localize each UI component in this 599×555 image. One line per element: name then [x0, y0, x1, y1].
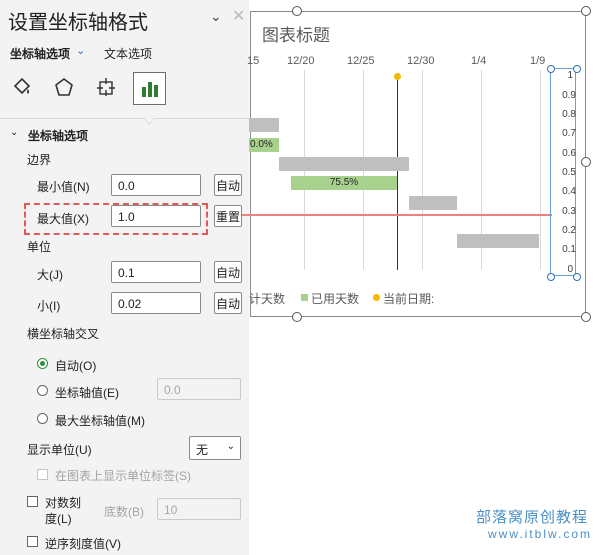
max-line: [242, 214, 552, 216]
cross-value-radio[interactable]: [37, 385, 48, 396]
x-tick: 12/25: [347, 55, 375, 67]
resize-handle-bottom-right[interactable]: [581, 312, 591, 322]
axis-handle[interactable]: [573, 65, 581, 73]
bar-plan[interactable]: [279, 157, 409, 171]
bar-plan[interactable]: [249, 118, 279, 132]
fill-line-icon[interactable]: [6, 71, 38, 103]
x-tick: 1/9: [530, 55, 546, 67]
axis-options-bar-chart-icon[interactable]: [133, 72, 166, 105]
x-tick: 1/4: [471, 55, 487, 67]
y-tick: 0.8: [562, 109, 576, 120]
y-tick: 0: [567, 264, 573, 275]
y-tick: 0.2: [562, 225, 576, 236]
watermark-url: www.itblw.com: [488, 527, 593, 541]
base-input[interactable]: 10: [157, 498, 241, 520]
log-scale-label-1: 对数刻: [45, 496, 82, 510]
minor-unit-input[interactable]: 0.02: [111, 292, 201, 314]
selected-pointer-inner: [144, 118, 154, 124]
axis-handle[interactable]: [547, 273, 555, 281]
y-tick: 0.4: [562, 186, 576, 197]
show-units-label: 在图表上显示单位标签(S): [55, 469, 191, 483]
section-divider: [0, 118, 249, 119]
watermark-title: 部落窝原创教程: [476, 509, 589, 526]
cross-value-input[interactable]: 0.0: [157, 378, 241, 400]
tab-text-options[interactable]: 文本选项: [104, 45, 152, 62]
reverse-order-checkbox[interactable]: [27, 536, 38, 547]
display-units-value: 无: [196, 443, 209, 457]
today-marker: [394, 73, 401, 80]
base-label: 底数(B): [104, 505, 144, 519]
resize-handle-top-left[interactable]: [292, 6, 302, 16]
axis-handle[interactable]: [547, 65, 555, 73]
cross-max-label: 最大坐标轴值(M): [55, 414, 145, 428]
size-properties-icon[interactable]: [90, 71, 122, 103]
x-tick: 12/30: [407, 55, 435, 67]
legend-today-swatch: [373, 294, 380, 301]
resize-handle-right[interactable]: [581, 157, 591, 167]
cross-auto-label: 自动(O): [55, 359, 97, 373]
cross-auto-radio[interactable]: [37, 358, 48, 369]
y-tick: 0.3: [562, 206, 576, 217]
max-bound-input[interactable]: 1.0: [111, 205, 201, 227]
max-reset-button[interactable]: 重置: [214, 205, 242, 227]
y-tick: 0.9: [562, 90, 576, 101]
bar-used[interactable]: 0.0%: [249, 138, 279, 152]
pane-title: 设置坐标轴格式: [8, 12, 148, 34]
major-auto-button[interactable]: 自动: [214, 261, 242, 283]
format-axis-pane: 设置坐标轴格式 ⌄ ✕ 坐标轴选项 ⌄ 文本选项 ⌄ 坐标轴选项 边界 最小值(…: [0, 0, 249, 555]
pane-options-chevron-icon[interactable]: ⌄: [210, 8, 222, 25]
cross-label: 横坐标轴交叉: [27, 327, 100, 341]
minor-label: 小(I): [37, 299, 61, 313]
y-tick: 0.5: [562, 167, 576, 178]
y-tick: 1: [567, 70, 573, 81]
effects-pentagon-icon[interactable]: [48, 71, 80, 103]
min-auto-button[interactable]: 自动: [214, 174, 242, 196]
y-tick: 0.6: [562, 148, 576, 159]
log-scale-checkbox[interactable]: [27, 496, 38, 507]
chevron-down-icon[interactable]: ⌄: [76, 44, 85, 57]
x-tick: 12/20: [287, 55, 315, 67]
section-axis-options[interactable]: 坐标轴选项: [28, 127, 88, 144]
tab-axis-options[interactable]: 坐标轴选项: [10, 45, 70, 62]
min-label: 最小值(N): [37, 180, 90, 194]
x-tick: 15: [247, 55, 260, 67]
log-scale-label-2: 度(L): [45, 512, 72, 526]
bar-used[interactable]: 75.5%: [291, 176, 397, 190]
units-label: 单位: [27, 240, 52, 254]
bar-plan[interactable]: [457, 234, 539, 248]
min-bound-input[interactable]: 0.0: [111, 174, 201, 196]
minor-auto-button[interactable]: 自动: [214, 292, 242, 314]
bounds-label: 边界: [27, 153, 52, 167]
show-units-checkbox[interactable]: [37, 469, 48, 480]
display-units-select[interactable]: 无 ⌄: [189, 436, 241, 460]
today-line: [397, 78, 398, 270]
major-label: 大(J): [37, 268, 63, 282]
axis-handle[interactable]: [573, 273, 581, 281]
close-icon[interactable]: ✕: [232, 6, 245, 26]
legend-used-days[interactable]: 已用天数: [311, 290, 359, 307]
reverse-order-label: 逆序刻度值(V): [45, 537, 121, 551]
y-tick: 0.1: [562, 244, 576, 255]
chart-title[interactable]: 图表标题: [262, 21, 330, 46]
bar-data-label: 75.5%: [329, 177, 359, 188]
cross-max-radio[interactable]: [37, 413, 48, 424]
legend-used-swatch: [301, 294, 308, 301]
display-units-label: 显示单位(U): [27, 443, 92, 457]
gridline: [422, 70, 423, 270]
legend-today[interactable]: 当前日期:: [383, 290, 434, 307]
legend-plan-days[interactable]: 计天数: [249, 290, 285, 307]
max-label: 最大值(X): [37, 212, 89, 226]
resize-handle-top-right[interactable]: [581, 6, 591, 16]
bar-plan[interactable]: [409, 196, 457, 210]
bar-data-label: 0.0%: [250, 139, 273, 150]
gridline: [540, 70, 541, 270]
cross-value-label: 坐标轴值(E): [55, 386, 119, 400]
y-tick: 0.7: [562, 128, 576, 139]
collapse-section-icon[interactable]: ⌄: [10, 127, 18, 138]
resize-handle-bottom-left[interactable]: [292, 312, 302, 322]
select-chevron-icon: ⌄: [226, 441, 235, 452]
major-unit-input[interactable]: 0.1: [111, 261, 201, 283]
